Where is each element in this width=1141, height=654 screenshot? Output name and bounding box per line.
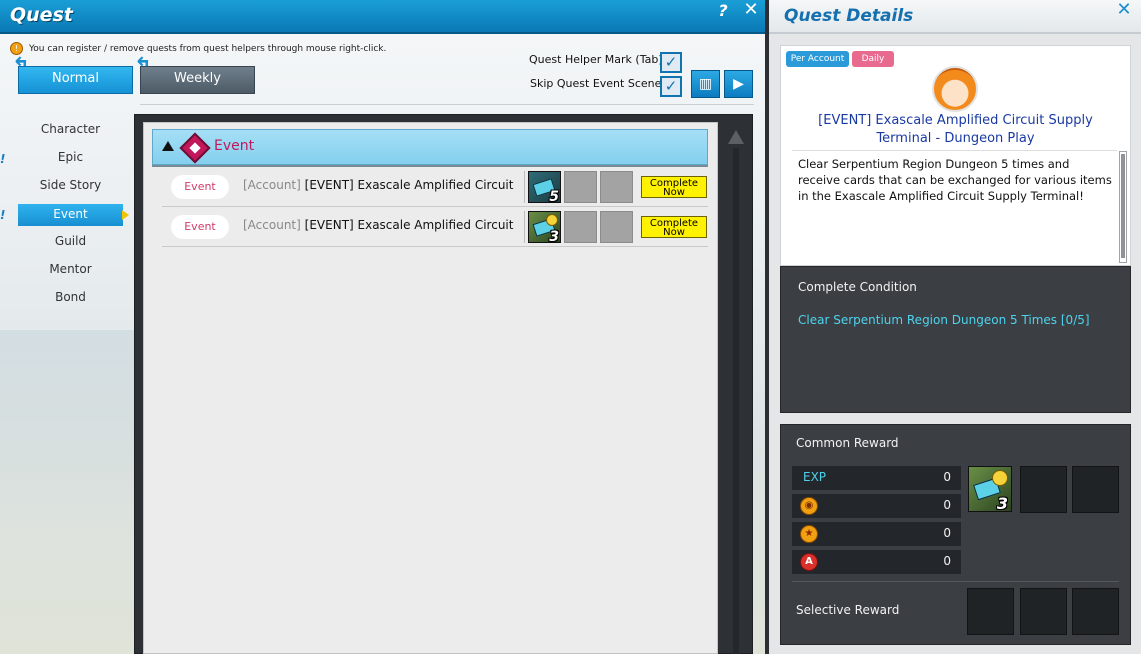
event-group-label: Event <box>214 138 255 154</box>
help-button[interactable]: ? <box>712 1 734 21</box>
quest-list-scrollbar[interactable] <box>727 124 745 654</box>
event-alert-icon: ! <box>0 208 6 222</box>
category-epic[interactable]: Epic <box>18 147 123 169</box>
quest-window-title: Quest <box>10 4 73 26</box>
selective-reward-slot[interactable] <box>967 588 1014 635</box>
ed-coin-icon: ◉ <box>800 497 818 515</box>
per-account-badge: Per Account <box>786 51 849 67</box>
reward-item-slot[interactable]: 3 <box>968 466 1012 513</box>
quest-tag: Event <box>171 175 229 199</box>
header-divider <box>140 104 754 105</box>
empty-reward-slot <box>1020 466 1067 513</box>
quest-row-title: [Account] [EVENT] Exascale Amplified Cir… <box>243 178 515 192</box>
collapse-triangle-icon[interactable] <box>162 141 174 151</box>
category-mentor[interactable]: Mentor <box>18 259 123 281</box>
tab-normal[interactable]: Normal <box>18 66 133 94</box>
scroll-track[interactable] <box>733 148 739 654</box>
exp-reward-row: EXP 0 <box>792 466 961 490</box>
tab-weekly[interactable]: Weekly <box>140 66 255 94</box>
quest-name: [EVENT] Exascale Amplified Circuit Su <box>304 218 515 232</box>
scroll-thumb[interactable] <box>1121 154 1125 258</box>
row-separator <box>524 171 525 203</box>
quest-row-title: [Account] [EVENT] Exascale Amplified Cir… <box>243 218 515 232</box>
ed-value: 0 <box>943 498 951 512</box>
empty-reward-slot <box>564 171 597 203</box>
complete-condition-text: Clear Serpentium Region Dungeon 5 Times … <box>798 313 1090 327</box>
reward-card-item[interactable]: 3 <box>528 211 561 245</box>
quest-row[interactable]: Event [Account] [EVENT] Exascale Amplifi… <box>162 167 708 207</box>
exp-value: 0 <box>943 470 951 484</box>
reward-count: 5 <box>549 189 559 205</box>
npc-avatar <box>932 66 978 112</box>
quest-detail-title: [EVENT] Exascale Amplified Circuit Suppl… <box>818 113 1093 146</box>
helper-mark-checkbox[interactable]: ✓ <box>660 52 682 73</box>
account-prefix: [Account] <box>243 178 301 192</box>
play-video-icon: ▶ <box>733 76 744 92</box>
selective-reward-slot[interactable] <box>1072 588 1119 635</box>
quest-name: [EVENT] Exascale Amplified Circuit Su <box>304 178 515 192</box>
timer-clock-icon <box>546 214 558 226</box>
replay-scene-button[interactable]: ▶ <box>724 70 753 98</box>
reward-divider <box>792 581 1119 582</box>
empty-reward-slot <box>600 171 633 203</box>
complete-condition-heading: Complete Condition <box>798 280 917 294</box>
common-reward-heading: Common Reward <box>796 436 899 450</box>
quest-title-bar: Quest ? ✕ <box>0 0 765 34</box>
daily-badge: Daily <box>852 51 894 67</box>
category-event[interactable]: Event <box>18 204 129 226</box>
complete-condition-panel: Complete Condition Clear Serpentium Regi… <box>780 266 1131 413</box>
book-icon: ▥ <box>698 76 713 92</box>
quest-tag: Event <box>171 215 229 239</box>
details-close-button[interactable]: ✕ <box>1111 0 1137 22</box>
event-group-header[interactable]: Event <box>152 129 708 165</box>
helper-mark-label: Quest Helper Mark (Tab) <box>529 53 663 66</box>
details-window-title: Quest Details <box>784 6 914 26</box>
complete-now-button[interactable]: Complete Now <box>641 216 707 238</box>
reward-item-count: 3 <box>996 494 1008 513</box>
reward-card-item[interactable]: 5 <box>528 171 561 205</box>
quest-description: Clear Serpentium Region Dungeon 5 times … <box>798 157 1112 203</box>
selective-reward-heading: Selective Reward <box>796 603 900 617</box>
empty-reward-slot <box>1072 466 1119 513</box>
category-character[interactable]: Character <box>18 119 123 141</box>
event-gem-icon <box>179 132 211 164</box>
quest-book-button[interactable]: ▥ <box>691 70 720 98</box>
background-scenery <box>0 330 140 530</box>
account-prefix: [Account] <box>243 218 301 232</box>
empty-reward-slot <box>564 211 597 243</box>
star-value: 0 <box>943 526 951 540</box>
a-point-reward-row: A 0 <box>792 550 961 574</box>
a-point-value: 0 <box>943 554 951 568</box>
timer-clock-icon <box>992 470 1008 486</box>
star-icon: ★ <box>800 525 818 543</box>
notice-text: You can register / remove quests from qu… <box>29 44 387 54</box>
scroll-up-arrow-icon[interactable] <box>728 130 744 144</box>
notice: ! You can register / remove quests from q… <box>10 42 386 55</box>
ed-reward-row: ◉ 0 <box>792 494 961 518</box>
epic-alert-icon: ! <box>0 152 6 166</box>
row-separator <box>524 211 525 243</box>
exp-label: EXP <box>803 470 827 484</box>
details-title-bar: Quest Details ✕ <box>769 0 1141 34</box>
empty-reward-slot <box>600 211 633 243</box>
description-scrollbar[interactable] <box>1119 151 1127 263</box>
title-divider <box>792 150 1117 151</box>
category-side-story[interactable]: Side Story <box>18 175 123 197</box>
reward-count: 3 <box>549 229 559 245</box>
skip-scenes-checkbox[interactable]: ✓ <box>660 76 682 97</box>
category-guild[interactable]: Guild <box>18 231 123 253</box>
selective-reward-slot[interactable] <box>1020 588 1067 635</box>
star-reward-row: ★ 0 <box>792 522 961 546</box>
complete-now-button[interactable]: Complete Now <box>641 176 707 198</box>
category-bond[interactable]: Bond <box>18 287 123 309</box>
a-point-icon: A <box>800 553 818 571</box>
quest-row[interactable]: Event [Account] [EVENT] Exascale Amplifi… <box>162 207 708 247</box>
quest-close-button[interactable]: ✕ <box>738 0 764 22</box>
skip-scenes-label: Skip Quest Event Scenes <box>530 77 668 90</box>
